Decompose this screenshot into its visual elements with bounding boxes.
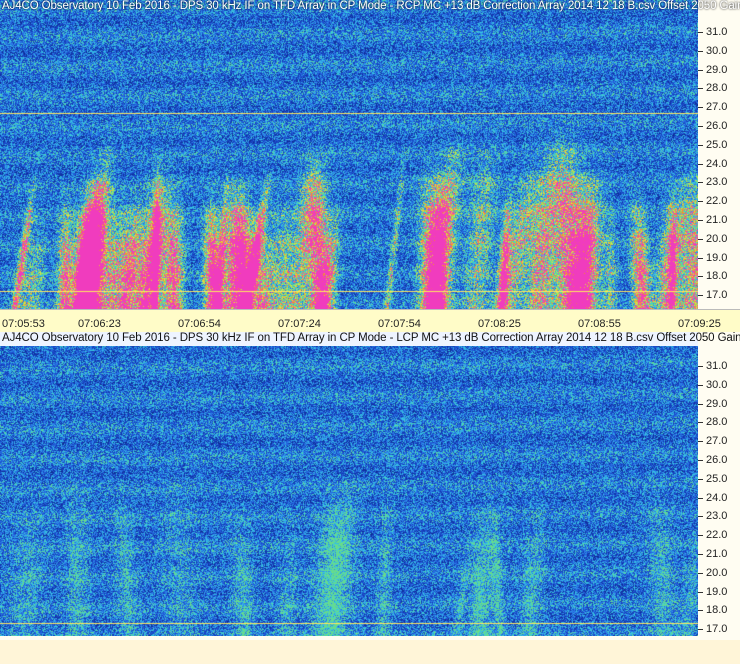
freq-tick [698, 182, 703, 184]
freq-tick [698, 69, 703, 71]
freq-tick-label: 20.0 [706, 232, 728, 245]
rcp-time-axis: 07:05:53 07:06:23 07:06:54 07:07:24 07:07:54… [0, 309, 740, 333]
freq-tick [698, 366, 703, 367]
freq-tick [698, 126, 703, 127]
freq-tick [698, 535, 703, 537]
freq-tick [698, 554, 703, 555]
freq-tick-label: 28.0 [706, 416, 728, 429]
freq-tick-label: 26.0 [706, 454, 728, 466]
freq-tick-label: 23.0 [706, 176, 728, 189]
freq-tick [698, 295, 703, 297]
freq-tick-label: 27.0 [706, 101, 728, 114]
freq-tick [698, 610, 703, 612]
freq-tick-label: 20.0 [706, 566, 728, 579]
rcp-panel: AJ4CO Observatory 10 Feb 2016 - DPS 30 k… [0, 0, 740, 333]
freq-tick-label: 17.0 [706, 623, 728, 636]
time-tick-label: 07:08:25 [478, 318, 521, 330]
freq-tick-label: 21.0 [706, 548, 728, 560]
freq-tick-label: 28.0 [706, 82, 728, 95]
freq-tick [698, 516, 703, 518]
freq-tick [698, 497, 703, 499]
freq-tick [698, 201, 703, 203]
freq-tick [698, 478, 703, 480]
freq-tick-label: 18.0 [706, 270, 728, 283]
freq-tick-label: 27.0 [706, 435, 728, 448]
freq-tick [698, 144, 703, 146]
time-tick-label: 07:06:54 [178, 318, 221, 330]
freq-tick-label: 31.0 [706, 360, 728, 372]
freq-tick-label: 29.0 [706, 63, 728, 76]
freq-tick-label: 24.0 [706, 157, 728, 170]
freq-tick-label: 18.0 [706, 604, 728, 617]
freq-tick-label: 25.0 [706, 472, 728, 485]
lcp-frequency-axis: 31.0 30.0 29.0 28.0 27.0 26.0 25.0 24.0 23.0 22.0… [698, 332, 740, 636]
freq-tick-label: 24.0 [706, 491, 728, 504]
freq-tick [698, 163, 703, 165]
freq-tick-label: 22.0 [706, 529, 728, 542]
time-tick-label: 07:05:53 [2, 318, 45, 330]
freq-tick-label: 26.0 [706, 120, 728, 132]
freq-tick [698, 276, 703, 278]
freq-tick-label: 30.0 [706, 378, 728, 391]
freq-tick [698, 441, 703, 443]
time-tick-label: 07:08:55 [578, 318, 621, 330]
freq-tick [698, 50, 703, 52]
lcp-header: AJ4CO Observatory 10 Feb 2016 - DPS 30 k… [2, 332, 740, 344]
freq-tick-label: 19.0 [706, 251, 728, 264]
freq-tick [698, 32, 703, 33]
time-tick-label: 07:06:23 [78, 318, 121, 330]
lcp-spectrogram [0, 332, 698, 636]
freq-tick-label: 21.0 [706, 214, 728, 226]
freq-tick [698, 220, 703, 221]
freq-tick [698, 384, 703, 386]
freq-tick-label: 29.0 [706, 397, 728, 410]
time-tick-label: 07:07:24 [278, 318, 321, 330]
freq-tick-label: 25.0 [706, 138, 728, 151]
freq-tick [698, 107, 703, 109]
freq-tick [698, 460, 703, 461]
freq-tick-label: 19.0 [706, 585, 728, 598]
freq-tick [698, 422, 703, 424]
lcp-panel: AJ4CO Observatory 10 Feb 2016 - DPS 30 k… [0, 332, 740, 664]
freq-tick-label: 23.0 [706, 510, 728, 523]
rcp-spectrogram [0, 0, 698, 309]
freq-tick-label: 17.0 [706, 289, 728, 302]
bottom-status-strip [0, 640, 740, 664]
time-tick-label: 07:07:54 [378, 318, 421, 330]
freq-tick [698, 257, 703, 259]
freq-tick [698, 403, 703, 405]
freq-tick [698, 238, 703, 240]
freq-tick-label: 22.0 [706, 195, 728, 208]
time-tick-label: 07:09:25 [678, 318, 721, 330]
freq-tick-label: 31.0 [706, 26, 728, 38]
rcp-frequency-axis: 31.0 30.0 29.0 28.0 27.0 26.0 25.0 24.0 23.0 22.0… [698, 0, 740, 309]
rcp-header: AJ4CO Observatory 10 Feb 2016 - DPS 30 k… [2, 0, 740, 12]
freq-tick [698, 591, 703, 593]
freq-tick-label: 30.0 [706, 44, 728, 57]
freq-tick [698, 629, 703, 631]
freq-tick [698, 572, 703, 574]
freq-tick [698, 88, 703, 90]
